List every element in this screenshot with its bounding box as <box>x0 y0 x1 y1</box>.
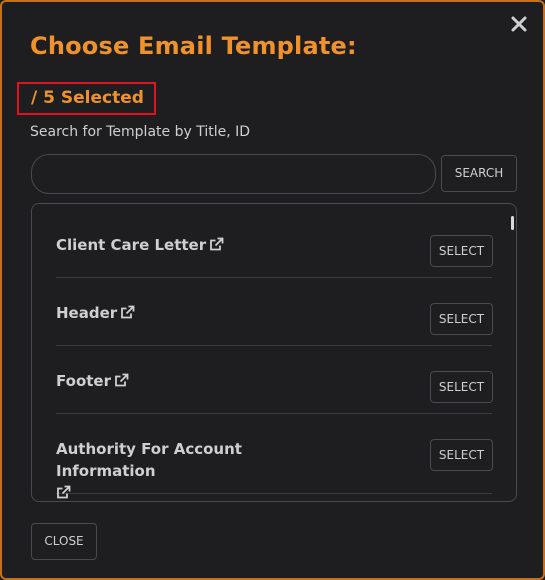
external-link-icon[interactable] <box>56 484 71 499</box>
external-link-icon[interactable] <box>114 372 129 387</box>
template-title[interactable]: Client Care Letter <box>56 234 346 256</box>
template-title[interactable]: Authority For Account Information <box>56 438 346 501</box>
template-list[interactable]: Client Care Letter SELECT Header SELECT … <box>31 203 517 502</box>
search-input[interactable] <box>31 154 436 194</box>
close-icon[interactable] <box>509 14 529 34</box>
search-button[interactable]: SEARCH <box>441 155 517 192</box>
select-button[interactable]: SELECT <box>430 371 493 403</box>
external-link-icon[interactable] <box>120 304 135 319</box>
select-button[interactable]: SELECT <box>430 439 493 471</box>
template-title[interactable]: Footer <box>56 370 346 392</box>
selected-count-badge: / 5 Selected <box>17 82 156 115</box>
dialog-title: Choose Email Template: <box>30 32 357 60</box>
list-item: Client Care Letter SELECT <box>56 210 493 278</box>
scrollbar[interactable] <box>511 216 514 230</box>
select-button[interactable]: SELECT <box>430 303 493 335</box>
list-item: Header SELECT <box>56 278 493 346</box>
select-button[interactable]: SELECT <box>430 235 493 267</box>
list-item: Authority For Account Information SELECT <box>56 414 493 499</box>
close-button[interactable]: CLOSE <box>31 523 97 560</box>
choose-template-dialog: Choose Email Template: / 5 Selected Sear… <box>0 0 545 580</box>
template-title[interactable]: Header <box>56 302 346 324</box>
search-label: Search for Template by Title, ID <box>30 124 251 140</box>
list-item: Footer SELECT <box>56 346 493 414</box>
external-link-icon[interactable] <box>209 236 224 251</box>
